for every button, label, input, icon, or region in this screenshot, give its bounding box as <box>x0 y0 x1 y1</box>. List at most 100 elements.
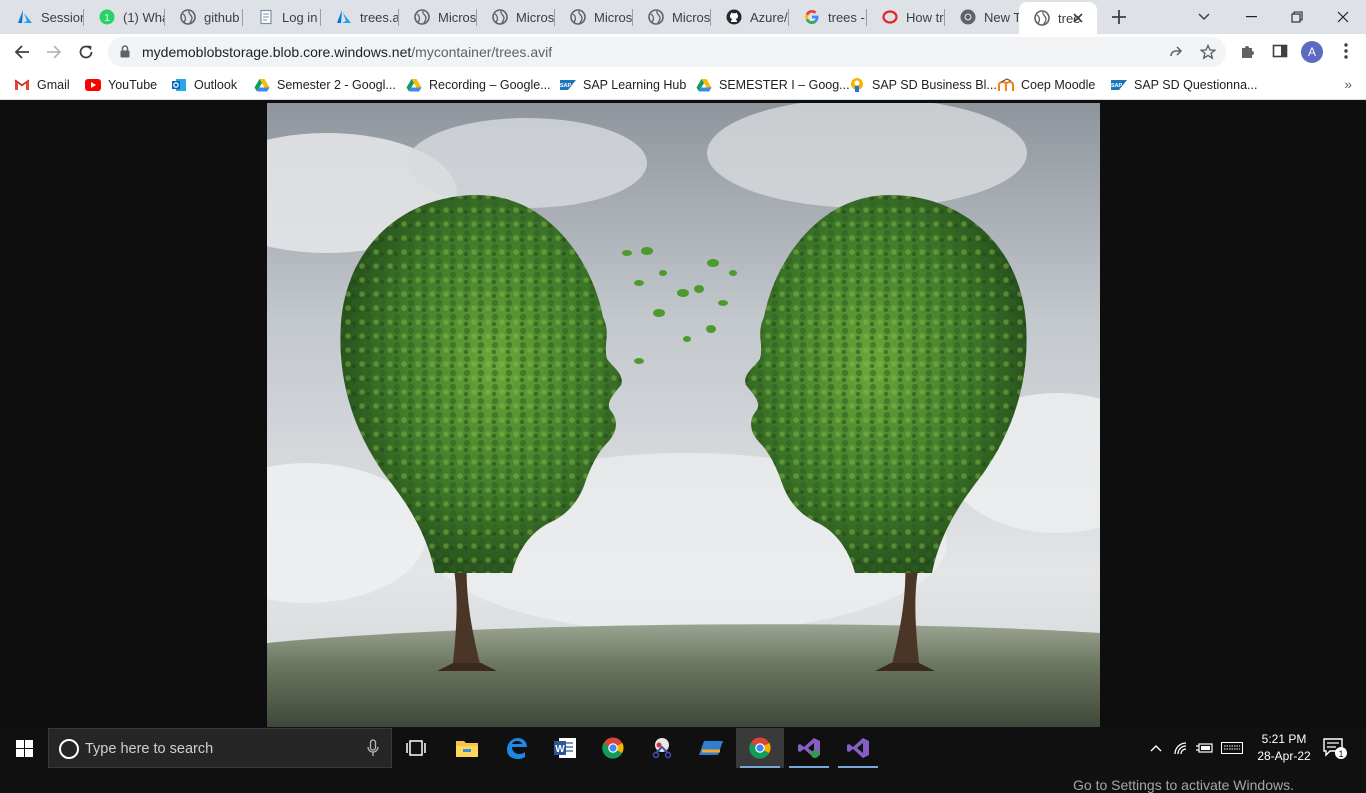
drive-icon <box>406 77 422 93</box>
new-tab-button[interactable] <box>1106 4 1132 30</box>
tab-label: Micros <box>672 9 711 25</box>
bookmark-label: Gmail <box>37 78 70 92</box>
profile-avatar[interactable]: A <box>1301 41 1323 63</box>
windows-taskbar: Type here to search W 5:21 PM 28-Apr-22 … <box>0 728 1366 768</box>
side-panel-icon[interactable] <box>1268 39 1292 63</box>
youtube-icon <box>85 77 101 93</box>
chrome-icon <box>959 9 976 26</box>
notification-center-icon[interactable]: 1 <box>1322 736 1348 765</box>
tab-azure-github[interactable]: Azure/ <box>711 0 789 34</box>
chrome-taskbar-active-icon[interactable] <box>736 728 784 768</box>
extensions-puzzle-icon[interactable] <box>1236 39 1260 63</box>
globe-icon <box>413 9 430 26</box>
file-explorer-icon[interactable] <box>443 728 491 768</box>
globe-icon <box>569 9 586 26</box>
show-hidden-icons-chevron-icon[interactable] <box>1146 728 1166 768</box>
visual-studio-installer-icon[interactable] <box>785 728 833 768</box>
chrome-taskbar-icon[interactable] <box>589 728 637 768</box>
tab-label: Micros <box>438 9 477 25</box>
microphone-icon[interactable] <box>367 739 379 762</box>
keyboard-icon[interactable] <box>1219 728 1245 768</box>
word-icon[interactable]: W <box>541 728 589 768</box>
bookmark-label: SAP Learning Hub <box>583 78 687 92</box>
close-tab-icon[interactable] <box>1069 9 1087 27</box>
url-text[interactable]: mydemoblobstorage.blob.core.windows.net/… <box>142 44 552 60</box>
tab-whatsapp[interactable]: 1 (1) Wha <box>84 0 165 34</box>
url-host: mydemoblobstorage.blob.core.windows.net <box>142 44 412 60</box>
bookmark-sap-sd-business[interactable]: SAP SD Business Bl... <box>849 74 997 96</box>
forward-button[interactable] <box>39 37 69 67</box>
edge-icon[interactable] <box>492 728 540 768</box>
start-button[interactable] <box>0 728 48 768</box>
bookmark-label: SAP SD Business Bl... <box>872 78 997 92</box>
bookmark-semester-1[interactable]: SEMESTER I – Goog... <box>696 74 850 96</box>
tab-google-trees[interactable]: trees - <box>789 0 867 34</box>
search-placeholder: Type here to search <box>85 741 214 757</box>
close-window-button[interactable] <box>1320 0 1366 34</box>
github-icon <box>725 9 742 26</box>
tab-label: How tr <box>906 9 944 25</box>
tab-microsoft-4[interactable]: Micros <box>633 0 711 34</box>
cortana-icon <box>59 739 79 759</box>
tab-github-search[interactable]: github <box>165 0 243 34</box>
bookmark-recording[interactable]: Recording – Google... <box>406 74 551 96</box>
whatsapp-icon: 1 <box>98 9 115 26</box>
snipping-tool-icon[interactable] <box>638 728 686 768</box>
bookmarks-overflow-button[interactable]: » <box>1344 76 1352 92</box>
reload-button[interactable] <box>71 37 101 67</box>
bookmark-label: YouTube <box>108 78 158 92</box>
sql-tool-icon[interactable] <box>687 728 735 768</box>
wifi-icon[interactable] <box>1170 728 1192 768</box>
gmail-icon <box>14 77 30 93</box>
address-bar[interactable]: mydemoblobstorage.blob.core.windows.net/… <box>108 37 1226 67</box>
drive-icon <box>254 77 270 93</box>
sap-sd-icon <box>849 77 865 93</box>
bookmark-semester-2[interactable]: Semester 2 - Googl... <box>254 74 396 96</box>
bookmark-youtube[interactable]: YouTube <box>85 74 157 96</box>
bookmark-gmail[interactable]: Gmail <box>14 74 70 96</box>
windows-logo-icon <box>15 739 33 757</box>
drive-icon <box>696 77 712 93</box>
tab-trees-avif-active[interactable]: tree <box>1019 2 1097 34</box>
trees-heads-image <box>267 103 1100 727</box>
bookmark-star-icon[interactable] <box>1198 42 1218 62</box>
moodle-icon <box>998 77 1014 93</box>
tab-new-tab[interactable]: New Ta <box>945 0 1019 34</box>
tab-label: Azure/ <box>750 9 788 25</box>
globe-icon <box>179 9 196 26</box>
bookmark-sap-learning-hub[interactable]: SAP SAP Learning Hub <box>560 74 686 96</box>
browser-toolbar: mydemoblobstorage.blob.core.windows.net/… <box>0 34 1366 70</box>
bookmark-outlook[interactable]: Outlook <box>171 74 237 96</box>
battery-icon[interactable] <box>1194 728 1216 768</box>
tab-label: trees.av <box>360 9 399 25</box>
system-clock[interactable]: 5:21 PM 28-Apr-22 <box>1250 731 1318 765</box>
tab-label: (1) Wha <box>123 9 165 25</box>
restore-button[interactable] <box>1274 0 1320 34</box>
svg-text:1: 1 <box>104 13 110 24</box>
tab-log-in[interactable]: Log in <box>243 0 321 34</box>
outlook-icon <box>171 77 187 93</box>
tab-microsoft-2[interactable]: Micros <box>477 0 555 34</box>
taskbar-search-box[interactable]: Type here to search <box>48 728 392 768</box>
clock-time: 5:21 PM <box>1261 732 1307 746</box>
visual-studio-icon[interactable] <box>834 728 882 768</box>
svg-text:W: W <box>555 744 565 755</box>
share-icon[interactable] <box>1166 42 1186 62</box>
bookmark-coep-moodle[interactable]: Coep Moodle <box>998 74 1095 96</box>
page-content: Activate Windows Go to Settings to activ… <box>0 101 1366 793</box>
tab-microsoft-1[interactable]: Micros <box>399 0 477 34</box>
menu-kebab-icon[interactable] <box>1334 39 1358 63</box>
tab-search-chevron-icon[interactable] <box>1181 0 1227 34</box>
tab-label: Log in <box>282 9 318 25</box>
lock-icon[interactable] <box>120 45 130 63</box>
tab-session[interactable]: Session <box>2 0 84 34</box>
tab-how-trees[interactable]: How tr <box>867 0 945 34</box>
tab-microsoft-3[interactable]: Micros <box>555 0 633 34</box>
google-icon <box>803 9 820 26</box>
bookmark-sap-sd-questionnaire[interactable]: SAP SAP SD Questionna... <box>1111 74 1257 96</box>
task-view-icon[interactable] <box>392 728 440 768</box>
minimize-button[interactable] <box>1228 0 1274 34</box>
tab-trees-avif-portal[interactable]: trees.av <box>321 0 399 34</box>
back-button[interactable] <box>7 37 37 67</box>
bookmarks-bar: Gmail YouTube Outlook Semester 2 - Googl… <box>0 70 1366 100</box>
